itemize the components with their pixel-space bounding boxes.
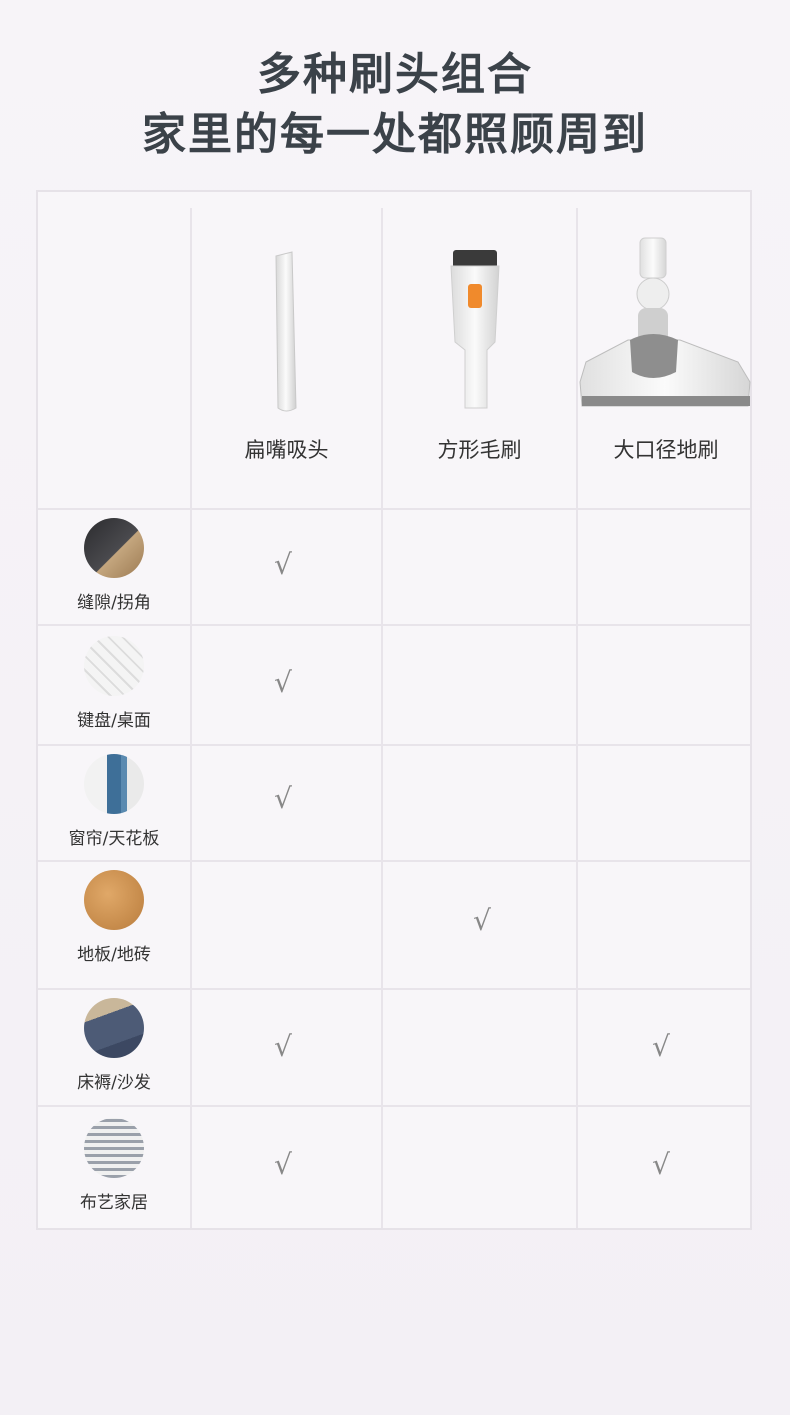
check-mark: √: [274, 666, 292, 699]
column-label: 扁嘴吸头: [244, 438, 329, 462]
column-header-crevice: 扁嘴吸头: [192, 192, 381, 510]
row-label-keyboard: 键盘/桌面: [38, 636, 190, 731]
check-mark: √: [652, 1148, 670, 1181]
curtain-photo-icon: [84, 754, 144, 814]
grid-line: [38, 1105, 750, 1107]
column-header-square-brush: 方形毛刷: [383, 192, 576, 510]
headline-line-1: 多种刷头组合: [257, 49, 533, 100]
check-mark: √: [274, 548, 292, 581]
check-mark: √: [274, 782, 292, 815]
crevice-nozzle-icon: [275, 251, 297, 412]
row-label-curtain: 窗帘/天花板: [38, 754, 190, 849]
check-mark: √: [473, 904, 491, 937]
row-label-floor: 地板/地砖: [38, 870, 190, 965]
row-label-fabric: 布艺家居: [38, 1118, 190, 1213]
row-label-sofa: 床褥/沙发: [38, 998, 190, 1093]
fabric-photo-icon: [84, 1118, 144, 1178]
row-label-corner: 缝隙/拐角: [38, 518, 190, 613]
sofa-photo-icon: [84, 998, 144, 1058]
row-label-text: 窗帘/天花板: [68, 829, 160, 849]
row-label-text: 缝隙/拐角: [77, 593, 151, 613]
floor-photo-icon: [84, 870, 144, 930]
check-mark: √: [274, 1148, 292, 1181]
row-label-text: 床褥/沙发: [77, 1073, 151, 1093]
check-mark: √: [652, 1030, 670, 1063]
check-mark: √: [274, 1030, 292, 1063]
grid-line: [38, 860, 750, 862]
column-header-floor-brush: 大口径地刷: [578, 192, 754, 510]
row-label-text: 布艺家居: [80, 1193, 148, 1213]
column-label: 大口径地刷: [613, 438, 719, 462]
square-brush-icon: [450, 250, 500, 409]
grid-line: [38, 988, 750, 990]
corner-photo-icon: [84, 518, 144, 578]
keyboard-photo-icon: [84, 636, 144, 696]
headline-line-2: 家里的每一处都照顾周到: [142, 109, 648, 160]
column-label: 方形毛刷: [437, 438, 522, 462]
floor-brush-icon: [579, 237, 751, 407]
grid-line: [38, 624, 750, 626]
row-label-text: 地板/地砖: [77, 945, 151, 965]
grid-line: [38, 744, 750, 746]
row-label-text: 键盘/桌面: [77, 711, 151, 731]
comparison-table: 扁嘴吸头 方形毛刷 大口径地刷 缝隙/拐角 键盘/桌面 窗帘/天花板 地板/地砖…: [36, 190, 752, 1230]
